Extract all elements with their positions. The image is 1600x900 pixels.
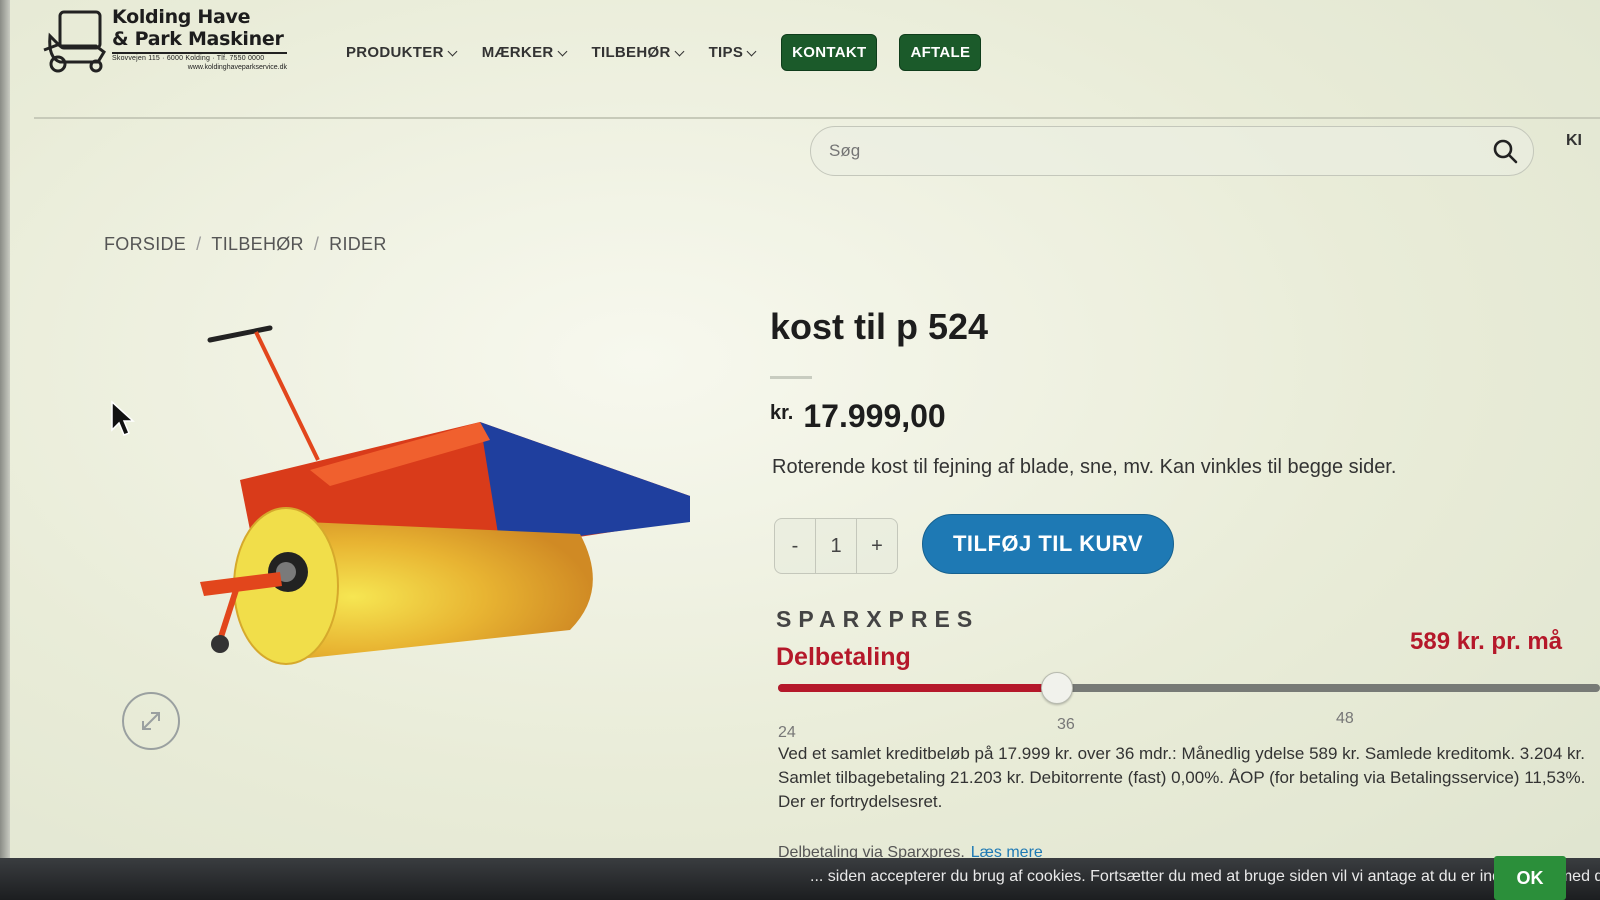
breadcrumb-separator: / <box>196 234 202 254</box>
breadcrumb-rider: RIDER <box>329 234 387 254</box>
nav-produkter[interactable]: PRODUKTER <box>346 44 458 61</box>
expand-icon <box>142 712 160 730</box>
financing-heading: Delbetaling <box>776 643 911 671</box>
mower-logo-icon <box>43 10 106 73</box>
breadcrumb: FORSIDE / TILBEHØR / RIDER <box>104 234 387 255</box>
nav-maerker[interactable]: MÆRKER <box>481 44 567 61</box>
nav-tilbehor-label: TILBEHØR <box>591 44 671 61</box>
main-nav: PRODUKTER MÆRKER TILBEHØR TIPS KONTAKT A… <box>346 34 1003 71</box>
breadcrumb-tilbehor[interactable]: TILBEHØR <box>211 234 303 255</box>
nav-tips-label: TIPS <box>708 44 744 61</box>
search-input[interactable] <box>829 141 1491 161</box>
financing-slider-fill <box>778 684 1057 692</box>
breadcrumb-separator: / <box>313 234 320 254</box>
nav-tilbehor[interactable]: TILBEHØR <box>591 44 685 61</box>
search-icon[interactable] <box>1491 137 1519 165</box>
product-price: kr. 17.999,00 <box>770 398 946 435</box>
cookie-text: ... siden accepterer du brug af cookies.… <box>810 868 1600 885</box>
chevron-down-icon <box>447 46 458 56</box>
quantity-decrease-button[interactable]: - <box>775 535 815 558</box>
quantity-increase-button[interactable]: + <box>857 535 897 558</box>
search-bar <box>810 126 1534 176</box>
sparxpres-logo: SPARXPRES <box>776 606 980 632</box>
header-divider <box>34 117 1600 119</box>
quantity-input[interactable]: 1 <box>815 519 857 573</box>
browser-viewport: Kolding Have & Park Maskiner Skovvejen 1… <box>0 0 1600 900</box>
product-description: Roterende kost til fejning af blade, sne… <box>772 456 1397 478</box>
slider-tick-48: 48 <box>1336 710 1354 727</box>
site-logo[interactable]: Kolding Have & Park Maskiner Skovvejen 1… <box>40 6 300 80</box>
chevron-down-icon <box>674 46 685 56</box>
logo-url: www.koldinghaveparkservice.dk <box>187 64 287 71</box>
nav-produkter-label: PRODUKTER <box>346 44 444 61</box>
zoom-button[interactable] <box>122 692 180 750</box>
cookie-ok-button[interactable]: OK <box>1494 856 1566 900</box>
kontakt-button[interactable]: KONTAKT <box>781 34 878 71</box>
quantity-stepper: - 1 + <box>774 518 898 574</box>
nav-maerker-label: MÆRKER <box>481 44 554 61</box>
header-cut-off-label: KI <box>1566 132 1582 149</box>
slider-tick-24: 24 <box>778 724 796 741</box>
breadcrumb-forside[interactable]: FORSIDE <box>104 234 186 255</box>
logo-line2: & Park Maskiner <box>112 28 284 50</box>
aftale-button[interactable]: AFTALE <box>899 34 982 71</box>
chevron-down-icon <box>746 46 757 56</box>
nav-tips[interactable]: TIPS <box>708 44 757 61</box>
title-divider <box>770 376 812 379</box>
financing-slider-thumb[interactable] <box>1041 672 1073 704</box>
monthly-payment: 589 kr. pr. må <box>1410 628 1563 655</box>
product-title: kost til p 524 <box>770 306 989 347</box>
mouse-cursor-icon <box>111 400 135 436</box>
financing-terms: Ved et samlet kreditbeløb på 17.999 kr. … <box>778 744 1586 811</box>
price-amount: 17.999,00 <box>803 398 946 434</box>
product-image[interactable] <box>190 310 700 700</box>
price-currency: kr. <box>770 402 794 424</box>
logo-line1: Kolding Have <box>112 6 251 28</box>
add-to-cart-button[interactable]: TILFØJ TIL KURV <box>922 514 1174 574</box>
chevron-down-icon <box>557 46 567 56</box>
logo-address: Skovvejen 115 · 6000 Kolding · Tlf. 7550… <box>112 52 287 62</box>
slider-tick-36: 36 <box>1057 716 1075 733</box>
monitor-bezel <box>0 0 10 900</box>
